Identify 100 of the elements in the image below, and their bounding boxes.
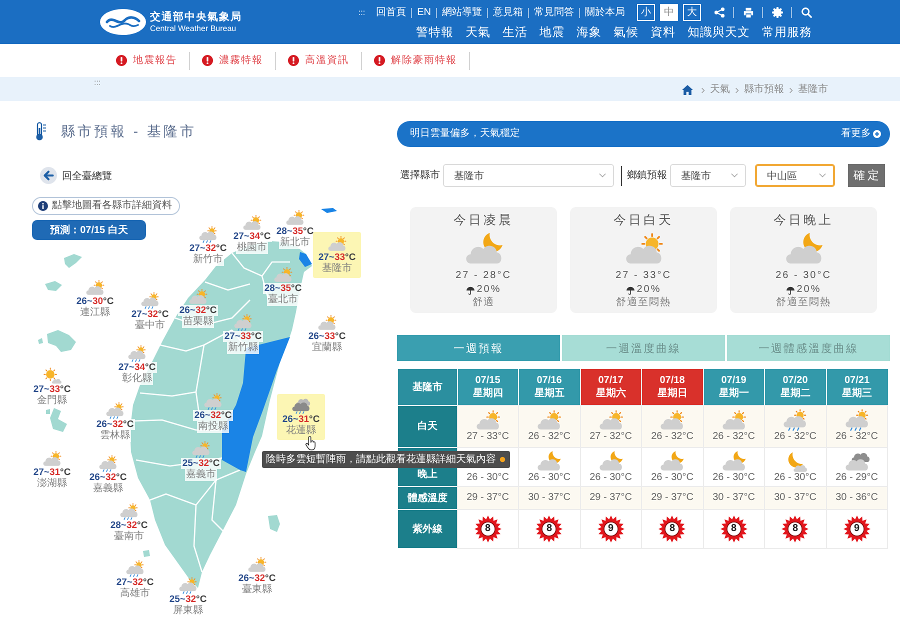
- weekday-label: 星期一: [718, 386, 750, 400]
- thermometer-icon: [35, 122, 47, 140]
- county-name[interactable]: 金門縣: [36, 395, 68, 407]
- chevron-right-icon: [789, 86, 793, 94]
- swirl-logo-icon[interactable]: [100, 9, 146, 35]
- temperature-range: 26~32°C: [88, 472, 128, 483]
- alert-link[interactable]: 解除豪雨特報: [391, 54, 457, 66]
- nav-link[interactable]: 生活: [502, 25, 528, 39]
- confirm-button[interactable]: 確定: [848, 164, 885, 187]
- accesskey-anchor[interactable]: :::: [94, 78, 101, 88]
- temperature-range: 26 - 30°C: [527, 472, 572, 484]
- nav-link[interactable]: 知識與天文: [688, 25, 750, 39]
- county-name[interactable]: 臺北市: [267, 294, 299, 306]
- rain-cloud-sun-icon: [190, 441, 212, 458]
- home-icon[interactable]: [682, 85, 693, 95]
- county-name[interactable]: 桃園市: [236, 242, 268, 254]
- nav-link[interactable]: 常用服務: [762, 25, 812, 39]
- page-title: 縣市預報 - 基隆市: [61, 122, 196, 140]
- feels-like-cell: 30 - 37°C: [764, 486, 826, 509]
- font-size-button[interactable]: 大: [683, 4, 701, 21]
- breadcrumb-link[interactable]: 縣市預報: [744, 84, 784, 96]
- county-name[interactable]: 屏東縣: [172, 605, 204, 617]
- county-name[interactable]: 高雄市: [119, 588, 151, 600]
- temperature-range: 26~32°C: [95, 419, 135, 430]
- county-name[interactable]: 連江縣: [79, 307, 111, 319]
- uv-index-badge: 9: [842, 514, 871, 542]
- nav-link[interactable]: 地震: [540, 25, 564, 39]
- settings-icon[interactable]: [772, 7, 783, 18]
- nav-link[interactable]: 氣候: [614, 25, 638, 39]
- nav-link[interactable]: 警特報: [416, 25, 454, 39]
- period-title: 今日凌晨: [454, 213, 514, 228]
- breadcrumb-link[interactable]: 天氣: [710, 84, 730, 96]
- county-select[interactable]: 基隆市: [443, 164, 614, 187]
- share-icon[interactable]: [714, 7, 725, 18]
- uv-index-badge: 8: [474, 514, 502, 542]
- temperature-range: 26 - 30°C: [650, 472, 694, 484]
- island-shape[interactable]: [321, 208, 337, 213]
- utility-link[interactable]: 回首頁: [371, 8, 412, 18]
- selected-county-box[interactable]: 26~31°C 花蓮縣: [277, 394, 325, 440]
- weekday-label: 星期日: [656, 386, 688, 400]
- bureau-name[interactable]: 交通部中央氣象局: [150, 10, 242, 24]
- town-select[interactable]: 中山區: [755, 164, 835, 187]
- tab[interactable]: 一週溫度曲線: [562, 335, 725, 361]
- more-link[interactable]: 看更多: [841, 128, 881, 140]
- county-name[interactable]: 苗栗縣: [182, 316, 214, 328]
- tab[interactable]: 一週體感溫度曲線: [727, 335, 890, 361]
- county-name[interactable]: 新北市: [279, 237, 311, 249]
- breadcrumb-link[interactable]: 基隆市: [798, 84, 828, 96]
- sun-behind-cloud-icon: [658, 409, 686, 431]
- county-name[interactable]: 彰化縣: [121, 373, 153, 385]
- county-name[interactable]: 雲林縣: [99, 430, 131, 442]
- utility-link[interactable]: EN: [411, 8, 436, 18]
- chevron-right-icon: [701, 86, 705, 94]
- utility-link[interactable]: 關於本局: [579, 8, 630, 18]
- back-link[interactable]: 回全臺總覽: [40, 167, 112, 184]
- search-icon[interactable]: [801, 7, 812, 18]
- nav-link[interactable]: 資料: [650, 25, 676, 39]
- accesskey-anchor[interactable]: :::: [358, 8, 366, 18]
- county-name[interactable]: 宜蘭縣: [311, 342, 343, 354]
- alert-link[interactable]: 濃霧特報: [219, 54, 263, 66]
- county-name[interactable]: 基隆市: [321, 263, 353, 275]
- hint-text: 點擊地圖看各縣市詳細資料: [52, 200, 172, 212]
- bureau-name-english[interactable]: Central Weather Bureau: [150, 24, 242, 34]
- county-name[interactable]: 臺中市: [134, 320, 166, 332]
- font-size-button[interactable]: 中: [660, 4, 678, 21]
- county-name[interactable]: 嘉義縣: [92, 483, 124, 495]
- chevron-down-icon: [599, 173, 606, 178]
- county-name[interactable]: 臺東縣: [241, 584, 273, 596]
- selected-county-box[interactable]: 27~33°C 基隆市: [313, 232, 361, 278]
- alert-link[interactable]: 地震報告: [133, 54, 177, 66]
- county-name[interactable]: 嘉義市: [185, 469, 217, 481]
- sun-behind-cloud-icon: [41, 450, 63, 467]
- sun-behind-cloud-icon: [326, 235, 348, 252]
- county-name[interactable]: 南投縣: [197, 421, 229, 433]
- county-name[interactable]: 澎湖縣: [36, 478, 68, 490]
- sun-behind-cloud-icon: [535, 409, 564, 431]
- date-label: 07/18: [658, 374, 686, 387]
- date-label: 07/16: [536, 374, 563, 387]
- tab[interactable]: 一週預報: [397, 335, 560, 361]
- font-size-button[interactable]: 小: [637, 4, 655, 21]
- utility-link[interactable]: 意見箱: [487, 8, 528, 18]
- county-name[interactable]: 臺南市: [113, 531, 145, 543]
- nav-link[interactable]: 天氣: [466, 25, 490, 39]
- temperature-range: 26~33°C: [307, 331, 347, 342]
- temperature-range: 26~32°C: [237, 573, 277, 584]
- temperature-range: 26~32°C: [193, 410, 233, 421]
- print-icon[interactable]: [743, 7, 754, 18]
- town-county-select[interactable]: 基隆市: [670, 164, 746, 187]
- county-name[interactable]: 新竹市: [192, 254, 224, 266]
- county-name[interactable]: 新竹縣: [227, 342, 259, 354]
- temperature-range: 26 - 32°C: [712, 431, 756, 443]
- temperature-range: 27~32°C: [188, 243, 228, 254]
- utility-link[interactable]: 常見問答: [528, 8, 579, 18]
- forecast-time-button[interactable]: 預測：07/15 白天: [32, 220, 146, 240]
- alert-link[interactable]: 高溫資訊: [305, 54, 349, 66]
- nav-link[interactable]: 海象: [576, 25, 602, 39]
- county-name[interactable]: 花蓮縣: [285, 425, 317, 437]
- temperature-range: 27~34°C: [117, 362, 157, 373]
- temperature-range: 26~31°C: [281, 414, 321, 425]
- utility-link[interactable]: 網站導覽: [436, 8, 487, 18]
